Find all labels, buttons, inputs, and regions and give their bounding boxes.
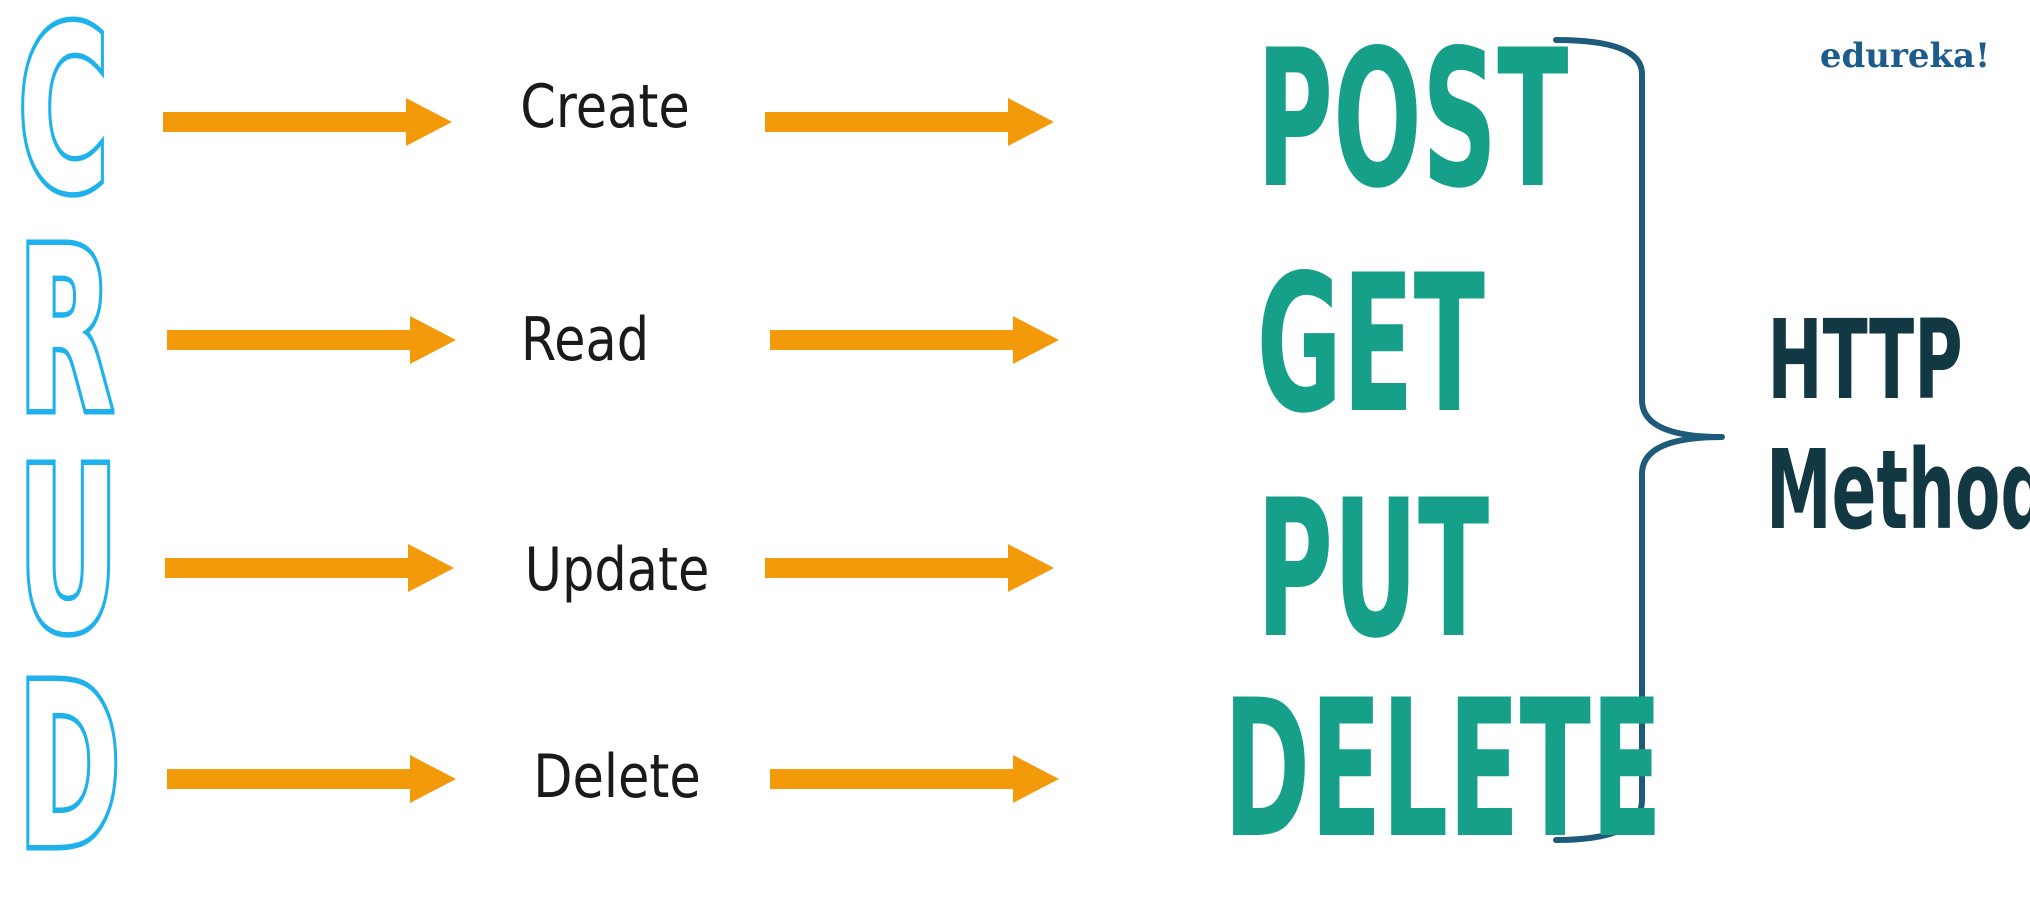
operation-label-delete: Delete bbox=[533, 742, 701, 812]
http-method-post: POST bbox=[1256, 9, 1569, 230]
arrow-create-right bbox=[765, 98, 1054, 146]
group-label-methods: Methods bbox=[1766, 426, 2030, 554]
arrow-delete-left bbox=[167, 755, 456, 803]
operation-label-update: Update bbox=[524, 535, 710, 605]
http-method-put: PUT bbox=[1256, 459, 1490, 680]
operation-label-read: Read bbox=[520, 305, 650, 375]
connector-graphics bbox=[163, 37, 1725, 843]
group-label-http: HTTP bbox=[1767, 296, 1963, 424]
arrow-read-left bbox=[167, 316, 456, 364]
http-method-delete: DELETE bbox=[1223, 659, 1663, 880]
arrow-read-right bbox=[770, 316, 1059, 364]
edureka-logo: edureka! bbox=[1819, 36, 1990, 76]
arrow-update-left bbox=[165, 544, 454, 592]
arrow-delete-right bbox=[770, 755, 1059, 803]
http-method-get: GET bbox=[1256, 234, 1485, 455]
arrow-update-right bbox=[765, 544, 1054, 592]
arrow-create-left bbox=[163, 98, 452, 146]
operation-label-create: Create bbox=[520, 72, 690, 142]
crud-http-diagram: C R U D Create Read Update Delete POST G… bbox=[0, 0, 2030, 886]
